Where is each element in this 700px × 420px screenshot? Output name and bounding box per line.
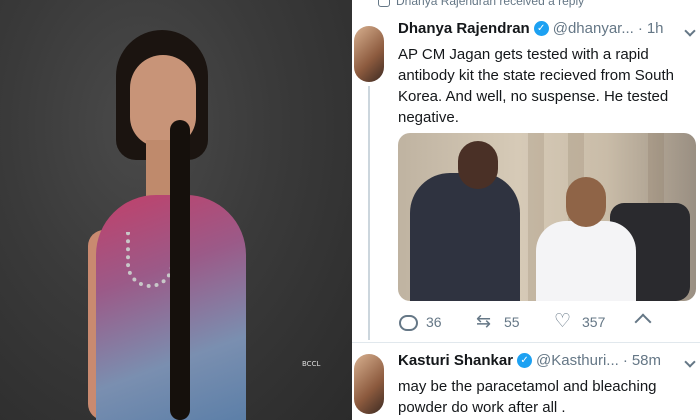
retweet-icon (476, 311, 494, 332)
verified-badge-icon: ✓ (533, 21, 549, 36)
person-suit-shape (410, 173, 520, 301)
tweet-feed: Dhanya Rajendran received a reply Dhanya… (352, 0, 700, 420)
tweet2-separator: · (622, 352, 628, 369)
chevron-down-icon[interactable] (684, 358, 696, 366)
verified-badge-icon: ✓ (517, 353, 533, 368)
chat-bubble-icon (378, 0, 390, 7)
tweet1-media-image[interactable] (398, 133, 696, 301)
chevron-down-icon[interactable] (684, 27, 696, 35)
tweet2-timestamp[interactable]: 58m (632, 352, 661, 369)
portrait-photo: BCCL (0, 0, 352, 420)
reply-notice-text: Dhanya Rajendran received a reply (396, 0, 585, 8)
like-count: 357 (582, 314, 606, 330)
share-button[interactable] (634, 314, 652, 330)
avatar-dhanya[interactable] (354, 26, 384, 82)
person-white-shirt-shape (536, 221, 636, 301)
tweet1-separator: · (637, 20, 643, 37)
thread-line (368, 86, 370, 340)
heart-icon (554, 310, 572, 332)
tweet1-header: Dhanya Rajendran ✓ @dhanyar... · 1h (398, 20, 664, 37)
tweet2-text: may be the paracetamol and bleaching pow… (398, 378, 657, 416)
reply-icon (398, 314, 418, 331)
tweet1-handle[interactable]: @dhanyar... (553, 20, 634, 37)
avatar-kasturi[interactable] (354, 354, 384, 414)
tweet1-actions: 36 55 357 (398, 310, 688, 332)
braid-shape (170, 120, 190, 420)
reply-button[interactable]: 36 (398, 314, 442, 331)
retweet-button[interactable]: 55 (476, 311, 520, 332)
retweet-count: 55 (504, 314, 520, 330)
tweet2-author-name[interactable]: Kasturi Shankar (398, 352, 513, 369)
like-button[interactable]: 357 (554, 310, 606, 332)
tweet1-text: AP CM Jagan gets tested with a rapid ant… (398, 46, 674, 126)
tweet-divider (352, 342, 700, 343)
photo-watermark: BCCL (302, 360, 321, 368)
tweet1-author-name[interactable]: Dhanya Rajendran (398, 20, 530, 37)
tweet1-timestamp[interactable]: 1h (647, 20, 664, 37)
share-icon (634, 314, 652, 330)
person-head-shape (566, 177, 606, 227)
reply-notice: Dhanya Rajendran received a reply (378, 0, 584, 8)
person-head-shape (458, 141, 498, 189)
reply-count: 36 (426, 314, 442, 330)
tweet2-handle[interactable]: @Kasthuri... (536, 352, 619, 369)
tweet2-header: Kasturi Shankar ✓ @Kasthuri... · 58m (398, 352, 661, 369)
necklace-shape (126, 232, 174, 288)
